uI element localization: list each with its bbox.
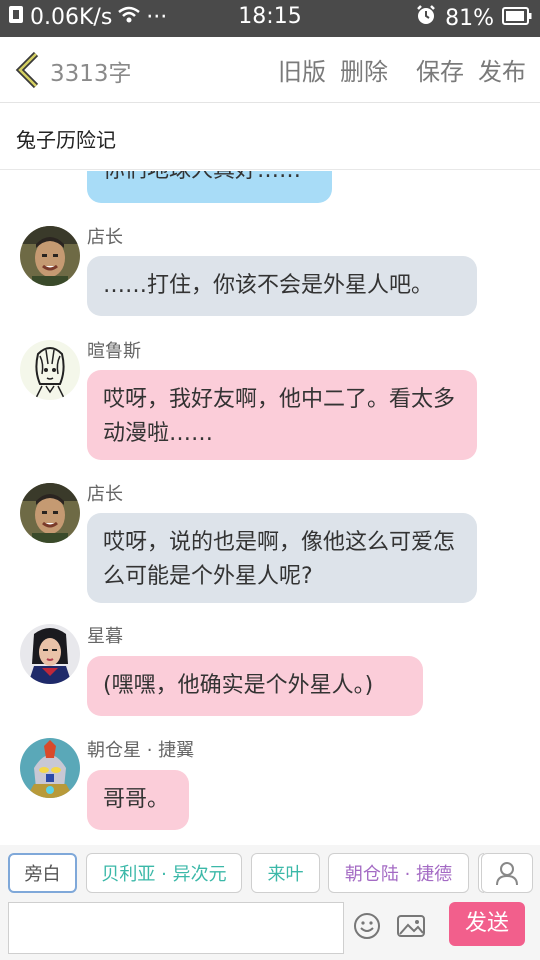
avatar[interactable] (20, 624, 80, 684)
avatar-image (20, 624, 80, 684)
avatar[interactable] (20, 483, 80, 543)
sender-name: 店长 (87, 227, 123, 248)
status-right: 81% (415, 4, 532, 32)
avatar[interactable] (20, 226, 80, 286)
sender-name: 朝仓星 · 捷翼 (87, 740, 195, 761)
avatar-image (20, 483, 80, 543)
character-chip-laiye[interactable]: 来叶 (251, 853, 320, 893)
character-bar: 旁白 贝利亚 · 异次元 来叶 朝仓陆 · 捷德 (0, 845, 540, 899)
input-bar: 发送 (0, 899, 540, 960)
back-arrow-icon (15, 51, 39, 89)
sender-name: 店长 (87, 484, 123, 505)
character-chip-asakura-riku[interactable]: 朝仓陆 · 捷德 (328, 853, 469, 893)
old-version-button[interactable]: 旧版 (278, 52, 326, 87)
delete-button[interactable]: 删除 (340, 52, 388, 87)
message-bubble[interactable]: 你们地球人真好…… (87, 171, 332, 203)
publish-button[interactable]: 发布 (478, 52, 526, 87)
alarm-icon (415, 4, 437, 32)
avatar[interactable] (20, 340, 80, 400)
message-bubble[interactable]: (嘿嘿，他确实是个外星人。) (87, 656, 423, 716)
sender-name: 星暮 (87, 626, 123, 647)
chat-area[interactable]: 你们地球人真好…… 店长 ……打住，你该不会是外星人吧。 (0, 171, 540, 833)
message-bubble[interactable]: 哥哥。 (87, 770, 189, 830)
avatar[interactable] (20, 738, 80, 798)
save-button[interactable]: 保存 (416, 52, 464, 87)
message-bubble[interactable]: 哎呀，我好友啊，他中二了。看太多动漫啦…… (87, 370, 477, 460)
status-bar: 0.06K/s ··· 18:15 81% (0, 0, 540, 37)
back-button[interactable] (14, 51, 44, 89)
smiley-icon (354, 913, 380, 939)
add-character-button[interactable] (481, 853, 533, 893)
sender-name: 暄鲁斯 (87, 341, 141, 362)
emoji-button[interactable] (352, 911, 384, 943)
top-actions: 旧版 删除 保存 发布 (278, 52, 526, 87)
app-root: 0.06K/s ··· 18:15 81% 3313字 旧版 删除 保存 发布 … (0, 0, 540, 960)
avatar-image (20, 738, 80, 798)
avatar-image (20, 340, 80, 400)
message-input[interactable] (8, 902, 344, 954)
image-icon (397, 915, 425, 937)
message-bubble[interactable]: 哎呀，说的也是啊，像他这么可爱怎么可能是个外星人呢? (87, 513, 477, 603)
story-title-bar: 兔子历险记 (0, 104, 540, 170)
battery-level: 81% (445, 5, 494, 31)
avatar-image (20, 226, 80, 286)
word-count: 3313字 (50, 61, 132, 87)
top-bar: 3313字 旧版 删除 保存 发布 (0, 37, 540, 103)
character-chip-narration[interactable]: 旁白 (8, 853, 77, 893)
message-bubble[interactable]: ……打住，你该不会是外星人吧。 (87, 256, 477, 316)
send-button[interactable]: 发送 (449, 902, 525, 946)
battery-icon (502, 6, 532, 31)
character-chip-belial[interactable]: 贝利亚 · 异次元 (86, 853, 242, 893)
person-icon (496, 862, 518, 886)
image-button[interactable] (396, 911, 428, 943)
story-title[interactable]: 兔子历险记 (16, 124, 116, 153)
